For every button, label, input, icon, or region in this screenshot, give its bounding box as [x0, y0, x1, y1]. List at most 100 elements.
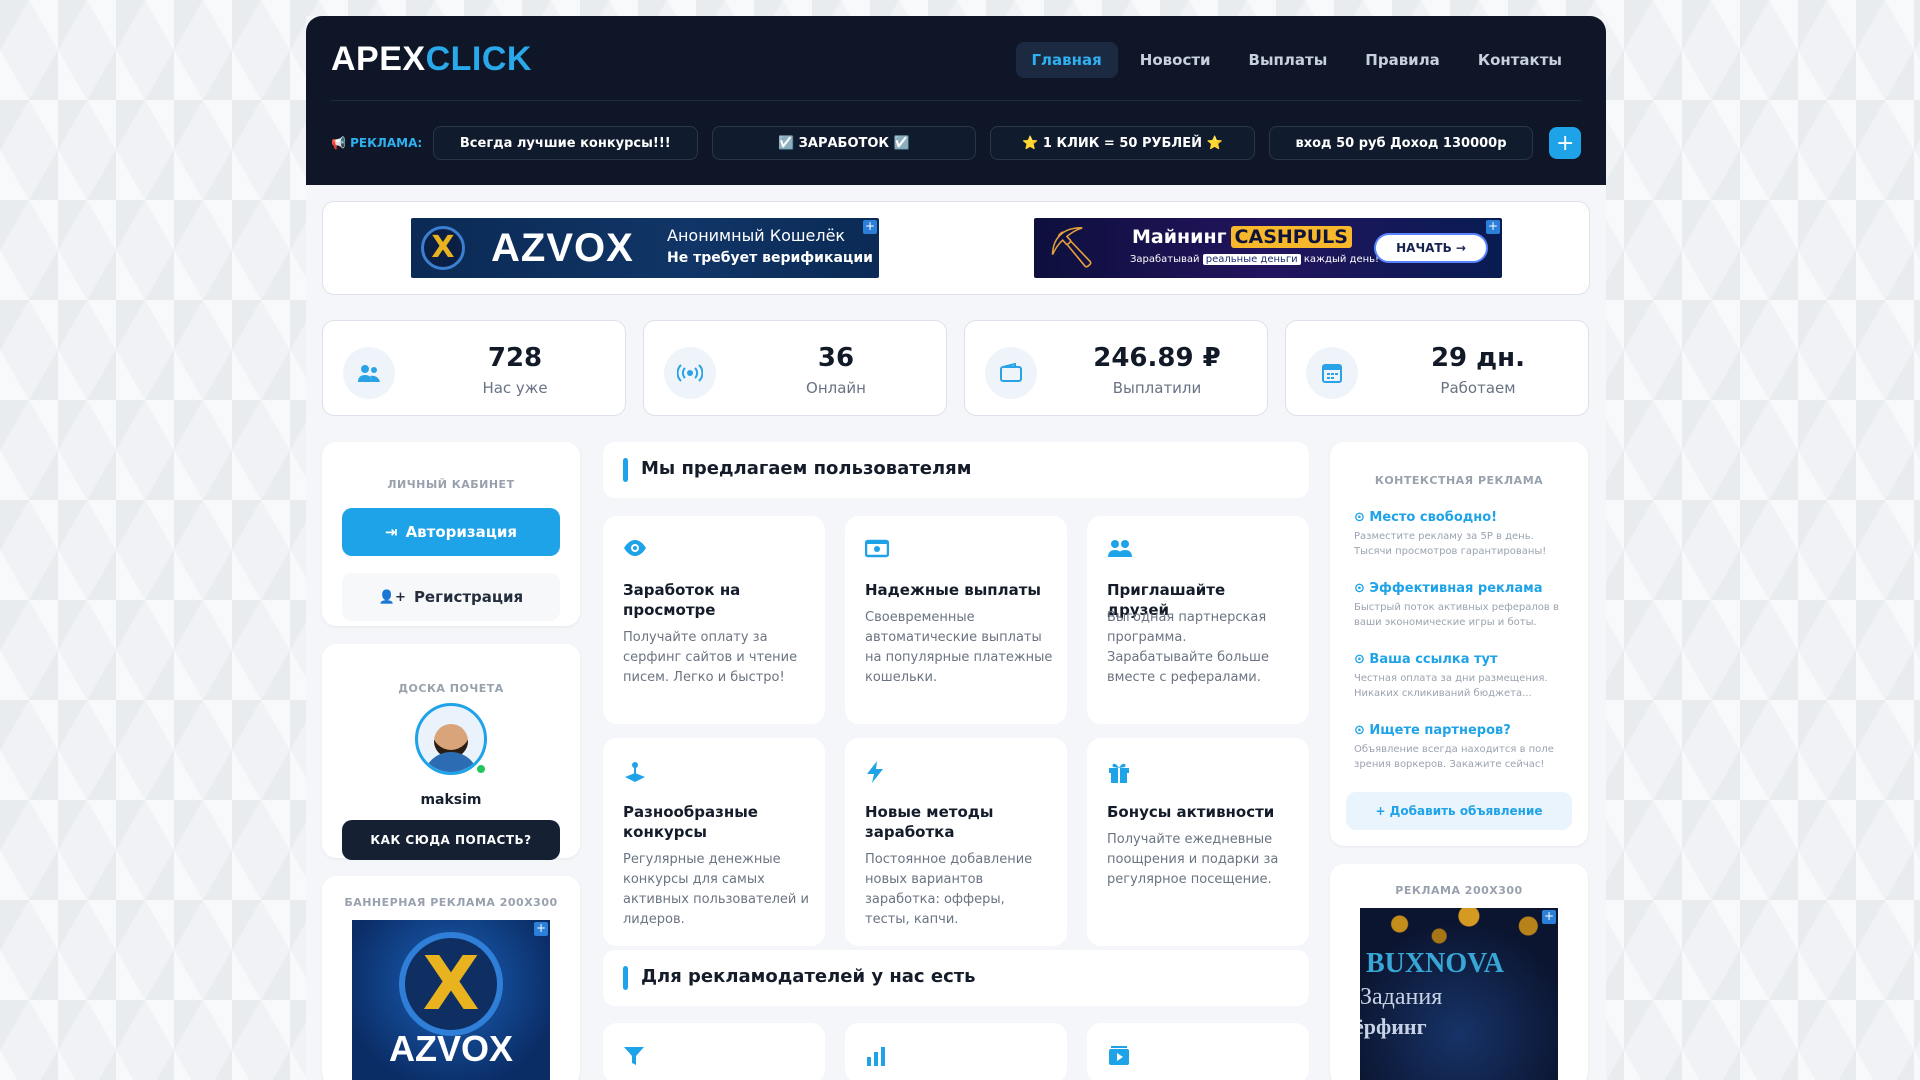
feature-desc: Своевременные автоматические выплаты на …	[865, 610, 1053, 685]
buxnova-side-banner[interactable]: BUXNOVA Задания ёрфинг +	[1360, 908, 1558, 1080]
advertiser-card	[603, 1023, 825, 1080]
text-ad-2[interactable]: ☑️ ЗАРАБОТОК ☑️	[711, 126, 977, 160]
add-ad-button[interactable]: + Добавить объявление	[1346, 792, 1572, 830]
personal-cabinet-card: ЛИЧНЫЙ КАБИНЕТ ⇥ Авторизация 👤+ Регистраци…	[322, 442, 580, 626]
buxnova-line3: ёрфинг	[1360, 1014, 1427, 1039]
azvox-emblem-icon: X	[421, 226, 465, 270]
eye-icon	[623, 538, 647, 563]
ad-label: 📢 РЕКЛАМА:	[331, 136, 423, 150]
context-ad-desc: Объявление всегда находится в поле зрени…	[1354, 744, 1554, 770]
azvox-side-brand: AZVOX	[388, 1028, 513, 1069]
banner-ad-left-card: БАННЕРНАЯ РЕКЛАМА 200Х300 X AZVOX +	[322, 876, 580, 1080]
login-button[interactable]: ⇥ Авторизация	[342, 508, 560, 556]
text-ad-3[interactable]: ⭐ 1 КЛИК = 50 РУБЛЕЙ ⭐	[990, 126, 1255, 160]
logo-part-b: CLICK	[425, 40, 532, 78]
honor-username[interactable]: maksim	[322, 792, 580, 808]
context-ad-item[interactable]: ⊙ Место свободно! Разместите рекламу за …	[1354, 510, 1570, 559]
nav-news[interactable]: Новости	[1124, 42, 1227, 78]
context-ad-title: ⊙ Место свободно!	[1354, 510, 1498, 525]
feature-title: Надежные выплаты	[865, 581, 1042, 599]
honor-title: ДОСКА ПОЧЕТА	[398, 682, 504, 695]
info-icon: ⊙	[1354, 723, 1370, 738]
banner-ad-right-card: РЕКЛАМА 200Х300 BUXNOVA Задания ёрфинг +	[1330, 864, 1588, 1080]
advertiser-card	[845, 1023, 1067, 1080]
register-button[interactable]: 👤+ Регистрация	[342, 573, 560, 621]
context-ad-desc: Честная оплата за дни размещения. Никаки…	[1354, 673, 1548, 699]
stat-online: 36 Онлайн	[643, 320, 947, 416]
site-header: APEXCLICK Главная Новости Выплаты Правил…	[306, 16, 1606, 185]
users-icon	[343, 347, 395, 399]
text-ad-4[interactable]: вход 50 руб Доход 130000р	[1268, 126, 1534, 160]
context-ad-title: ⊙ Ищете партнеров?	[1354, 723, 1511, 738]
banner-plus-icon[interactable]: +	[1542, 910, 1556, 924]
info-icon: ⊙	[1354, 581, 1370, 596]
header-divider	[331, 100, 1581, 101]
banner-plus-icon[interactable]: +	[863, 220, 877, 234]
section-accent	[623, 458, 628, 482]
nav-home[interactable]: Главная	[1015, 42, 1118, 78]
nav-contacts[interactable]: Контакты	[1462, 42, 1578, 78]
banner-left-title: БАННЕРНАЯ РЕКЛАМА 200Х300	[344, 896, 558, 909]
money-icon	[864, 538, 890, 564]
info-icon: ⊙	[1354, 510, 1370, 525]
context-ads-card: КОНТЕКСТНАЯ РЕКЛАМА ⊙ Место свободно! Ра…	[1330, 442, 1588, 846]
stat-label: Выплатили	[1112, 379, 1202, 397]
stat-value: 246.89 ₽	[1093, 343, 1221, 373]
how-to-get-here-button[interactable]: КАК СЮДА ПОПАСТЬ?	[342, 820, 560, 860]
calendar-icon	[1306, 347, 1358, 399]
azvox-line1: Анонимный Кошелёк	[667, 226, 846, 245]
azvox-side-banner[interactable]: X AZVOX +	[352, 920, 550, 1080]
cashpuls-banner[interactable]: ⛏ Майнинг CASHPULS Зарабатывай реальные д…	[1034, 218, 1502, 278]
feature-title: Заработок на просмотре	[623, 581, 741, 619]
friends-icon	[1107, 538, 1133, 564]
cashpuls-start-button[interactable]: НАЧАТЬ →	[1374, 233, 1488, 263]
user-plus-icon: 👤+	[378, 589, 406, 605]
context-ad-title: ⊙ Эффективная реклама	[1354, 581, 1543, 596]
advertiser-card	[1087, 1023, 1309, 1080]
stat-value: 29 дн.	[1430, 343, 1526, 373]
joystick-icon	[623, 760, 647, 790]
feature-desc: Получайте оплату за серфинг сайтов и чте…	[623, 630, 798, 685]
cashpuls-line2: Зарабатывай реальные деньги каждый день!	[1130, 254, 1380, 265]
context-ads-title: КОНТЕКСТНАЯ РЕКЛАМА	[1374, 474, 1544, 487]
online-status-dot	[475, 763, 487, 775]
context-ad-desc: Быстрый поток активных рефералов в ваши …	[1354, 602, 1559, 628]
feature-desc: Постоянное добавление новых вариантов за…	[865, 852, 1033, 927]
add-text-ad-button[interactable]: +	[1549, 127, 1582, 159]
azvox-banner[interactable]: X AZVOX Анонимный Кошелёк Не требует вер…	[411, 218, 879, 278]
info-icon: ⊙	[1354, 652, 1370, 667]
azvox-brand: AZVOX	[491, 226, 634, 270]
funnel-icon	[623, 1045, 645, 1073]
azvox-line2: Не требует верификации	[667, 250, 873, 266]
wallet-icon	[985, 347, 1037, 399]
site-logo[interactable]: APEXCLICK	[331, 40, 532, 79]
context-ad-item[interactable]: ⊙ Эффективная реклама Быстрый поток акти…	[1354, 581, 1570, 630]
feature-card: Приглашайте друзей Выгодная партнерская …	[1087, 516, 1309, 724]
feature-card: Надежные выплаты Своевременные автоматич…	[845, 516, 1067, 724]
banner-plus-icon[interactable]: +	[534, 922, 548, 936]
login-icon: ⇥	[384, 523, 398, 541]
text-ad-bar: 📢 РЕКЛАМА: Всегда лучшие конкурсы!!! ☑️ …	[331, 126, 1582, 160]
banner-right-title: РЕКЛАМА 200Х300	[1395, 884, 1523, 897]
context-ad-title: ⊙ Ваша ссылка тут	[1354, 652, 1498, 667]
section-accent	[623, 966, 628, 990]
video-icon	[1107, 1045, 1131, 1073]
feature-card: Разнообразные конкурсы Регулярные денежн…	[603, 738, 825, 946]
feature-desc: Выгодная партнерская программа. Зарабаты…	[1107, 610, 1269, 685]
bolt-icon	[865, 760, 885, 790]
top-banner-area: X AZVOX Анонимный Кошелёк Не требует вер…	[322, 201, 1590, 295]
offers-section-header: Мы предлагаем пользователям	[603, 442, 1309, 498]
context-ad-item[interactable]: ⊙ Ищете партнеров? Объявление всегда нах…	[1354, 723, 1570, 772]
stat-days: 29 дн. Работаем	[1285, 320, 1589, 416]
stat-value: 728	[487, 343, 543, 373]
banner-plus-icon[interactable]: +	[1486, 220, 1500, 234]
stat-label: Работаем	[1440, 379, 1516, 397]
gift-icon	[1107, 760, 1131, 790]
text-ad-1[interactable]: Всегда лучшие конкурсы!!!	[433, 126, 698, 160]
stat-label: Нас уже	[482, 379, 548, 397]
context-ad-item[interactable]: ⊙ Ваша ссылка тут Честная оплата за дни …	[1354, 652, 1570, 701]
nav-rules[interactable]: Правила	[1349, 42, 1456, 78]
nav-payouts[interactable]: Выплаты	[1233, 42, 1344, 78]
bar-chart-icon	[865, 1045, 887, 1073]
main-nav: Главная Новости Выплаты Правила Контакты	[1015, 42, 1579, 78]
